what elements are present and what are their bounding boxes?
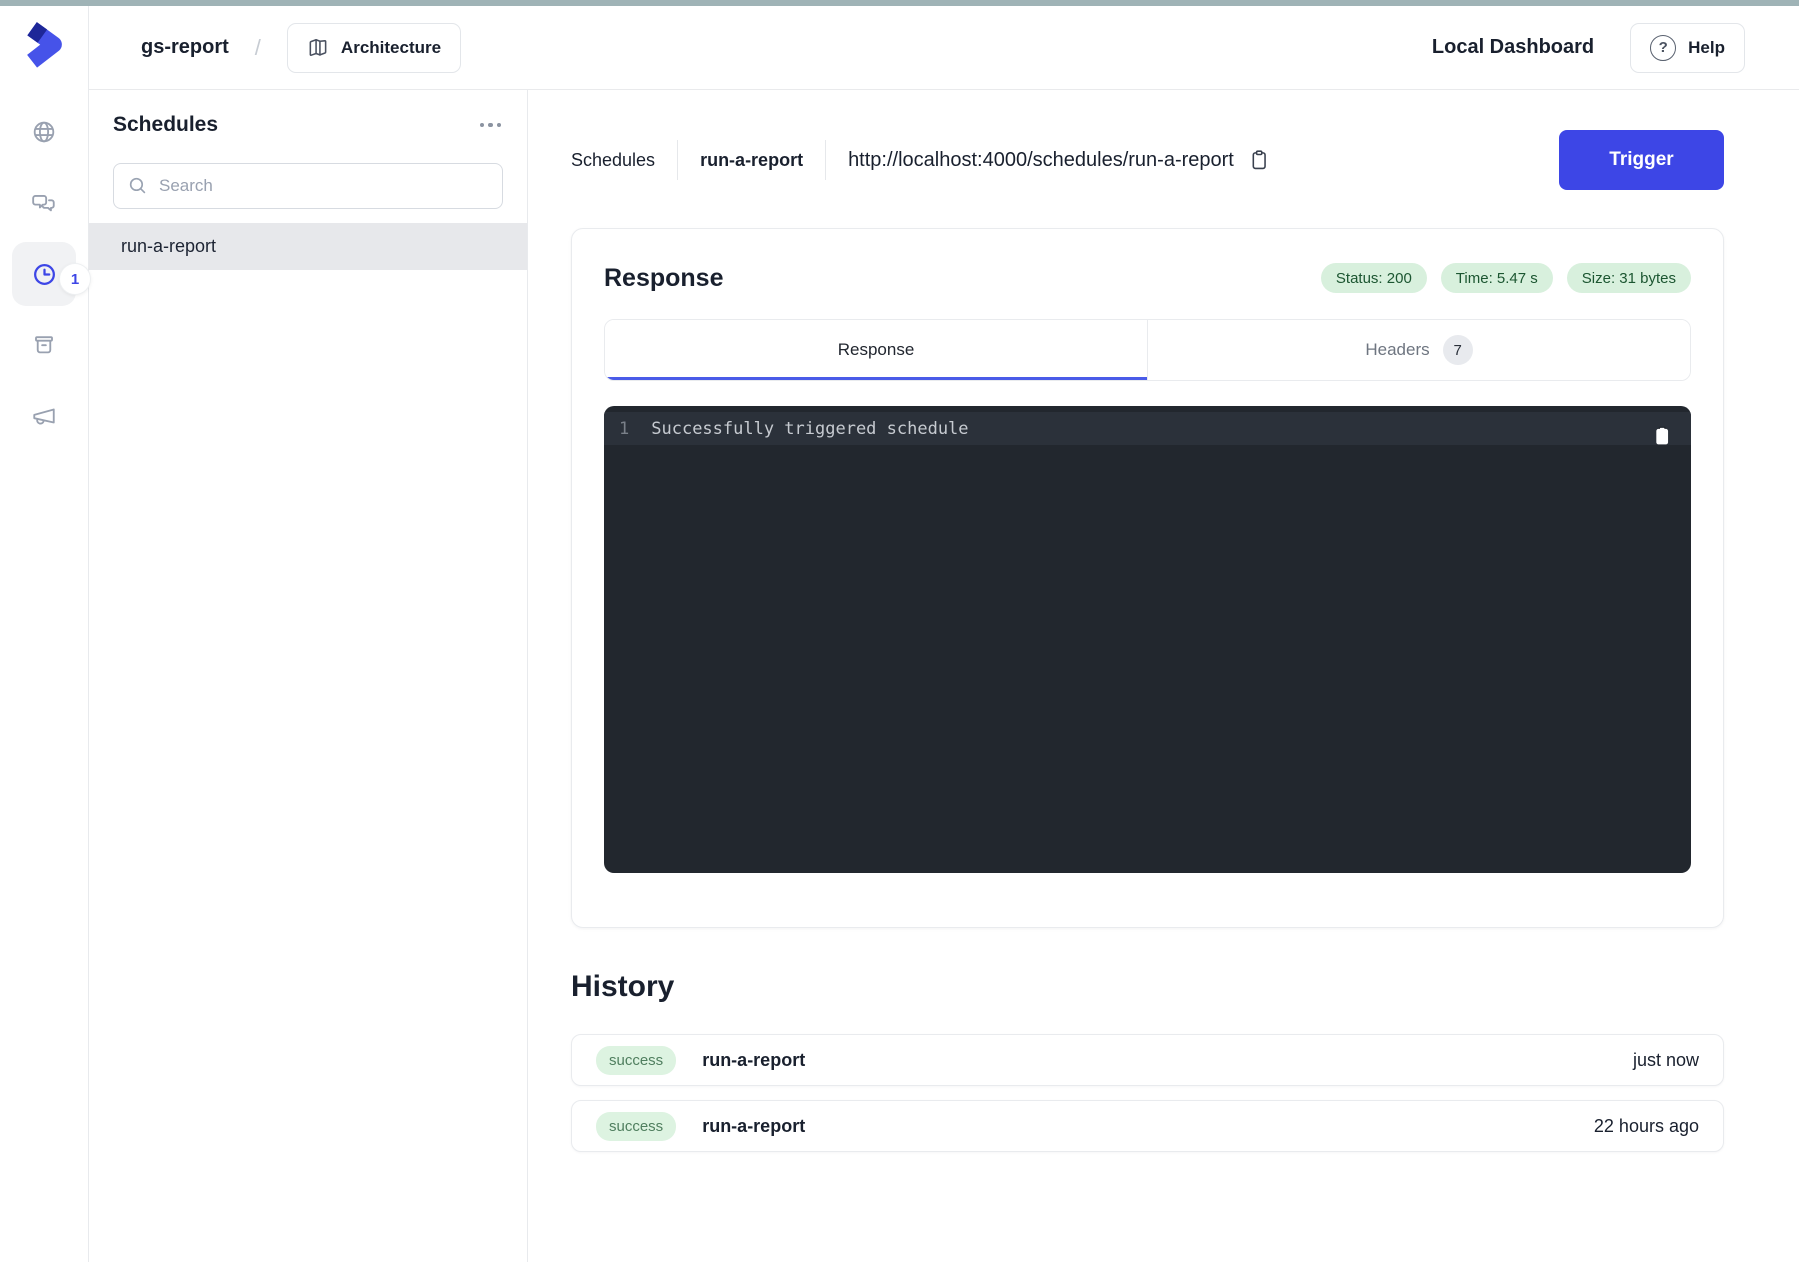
copy-response-button[interactable] <box>1649 422 1675 450</box>
history-timestamp: 22 hours ago <box>1594 1116 1699 1137</box>
architecture-button-label: Architecture <box>341 38 441 58</box>
clipboard-icon <box>1248 148 1270 172</box>
app-layout: 1 <box>0 6 1799 1262</box>
help-button[interactable]: ? Help <box>1630 23 1745 73</box>
breadcrumb-separator: / <box>255 35 261 61</box>
map-icon <box>307 37 329 59</box>
icon-sidebar: 1 <box>0 6 89 1262</box>
schedules-panel-title: Schedules <box>113 113 218 137</box>
copy-url-button[interactable] <box>1246 146 1272 174</box>
history-status-badge: success <box>596 1112 676 1141</box>
globe-icon <box>31 119 57 145</box>
response-body-code-block: 1 Successfully triggered schedule <box>604 406 1691 873</box>
headers-count-badge: 7 <box>1443 335 1473 365</box>
app-logo-icon[interactable] <box>18 19 70 71</box>
code-line-text: Successfully triggered schedule <box>651 419 968 439</box>
search-wrapper <box>113 163 503 209</box>
history-title: History <box>571 970 1724 1004</box>
schedule-url: http://localhost:4000/schedules/run-a-re… <box>848 146 1272 174</box>
schedules-count-badge: 1 <box>60 264 90 294</box>
tab-response-label: Response <box>838 340 915 360</box>
app-header: gs-report / Architecture Local Dashboard… <box>89 6 1799 90</box>
response-card-header: Response Status: 200 Time: 5.47 s Size: … <box>604 261 1691 295</box>
tab-headers[interactable]: Headers 7 <box>1147 320 1690 380</box>
search-input[interactable] <box>113 163 503 209</box>
trigger-button[interactable]: Trigger <box>1559 130 1724 190</box>
header-breadcrumb: gs-report / Architecture <box>141 23 461 73</box>
help-button-label: Help <box>1688 38 1725 58</box>
main-content: Schedules run-a-report http://localhost:… <box>528 90 1799 1262</box>
divider <box>825 140 826 180</box>
sidebar-item-announcements[interactable] <box>12 384 76 448</box>
ellipsis-icon <box>480 123 485 128</box>
archive-icon <box>31 332 57 358</box>
response-badges: Status: 200 Time: 5.47 s Size: 31 bytes <box>1321 263 1691 293</box>
schedules-panel-header: Schedules <box>89 113 527 137</box>
schedule-item-label: run-a-report <box>121 236 216 257</box>
clock-icon <box>31 261 58 288</box>
panel-menu-button[interactable] <box>478 117 504 134</box>
project-name: gs-report <box>141 36 229 59</box>
architecture-button[interactable]: Architecture <box>287 23 461 73</box>
header-right: Local Dashboard ? Help <box>1432 23 1745 73</box>
schedules-panel: Schedules run-a-r <box>89 90 528 1262</box>
tab-response[interactable]: Response <box>605 320 1147 380</box>
schedule-list: run-a-report <box>89 223 527 270</box>
status-badge: Status: 200 <box>1321 263 1427 293</box>
breadcrumb-section: Schedules <box>571 150 655 171</box>
question-circle-icon: ? <box>1650 35 1676 61</box>
history-schedule-name: run-a-report <box>702 1050 805 1071</box>
tab-headers-label: Headers <box>1365 340 1429 360</box>
history-row[interactable]: success run-a-report 22 hours ago <box>571 1100 1724 1152</box>
schedule-header-row: Schedules run-a-report http://localhost:… <box>571 130 1724 190</box>
history-schedule-name: run-a-report <box>702 1116 805 1137</box>
history-status-badge: success <box>596 1046 676 1075</box>
response-card-title: Response <box>604 264 723 293</box>
schedule-list-item[interactable]: run-a-report <box>89 223 527 270</box>
copy-icon <box>1651 424 1673 448</box>
sidebar-item-schedules[interactable]: 1 <box>12 242 76 306</box>
chat-icon <box>31 190 57 216</box>
right-side: gs-report / Architecture Local Dashboard… <box>89 6 1799 1262</box>
schedule-url-text: http://localhost:4000/schedules/run-a-re… <box>848 149 1234 172</box>
megaphone-icon <box>31 403 57 429</box>
sidebar-item-storage[interactable] <box>12 313 76 377</box>
divider <box>677 140 678 180</box>
content-row: Schedules run-a-r <box>89 90 1799 1262</box>
sidebar-nav: 1 <box>12 100 76 448</box>
code-line-number: 1 <box>604 419 629 439</box>
breadcrumb: Schedules run-a-report http://localhost:… <box>571 140 1272 180</box>
history-row[interactable]: success run-a-report just now <box>571 1034 1724 1086</box>
size-badge: Size: 31 bytes <box>1567 263 1691 293</box>
time-badge: Time: 5.47 s <box>1441 263 1553 293</box>
dashboard-title: Local Dashboard <box>1432 36 1594 59</box>
response-tabs: Response Headers 7 <box>604 319 1691 381</box>
history-list: success run-a-report just now success ru… <box>571 1034 1724 1152</box>
history-timestamp: just now <box>1633 1050 1699 1071</box>
sidebar-item-service-catalog[interactable] <box>12 100 76 164</box>
code-line: 1 Successfully triggered schedule <box>604 412 1691 445</box>
sidebar-item-api-explorer[interactable] <box>12 171 76 235</box>
response-card: Response Status: 200 Time: 5.47 s Size: … <box>571 228 1724 928</box>
breadcrumb-schedule-name: run-a-report <box>700 150 803 171</box>
